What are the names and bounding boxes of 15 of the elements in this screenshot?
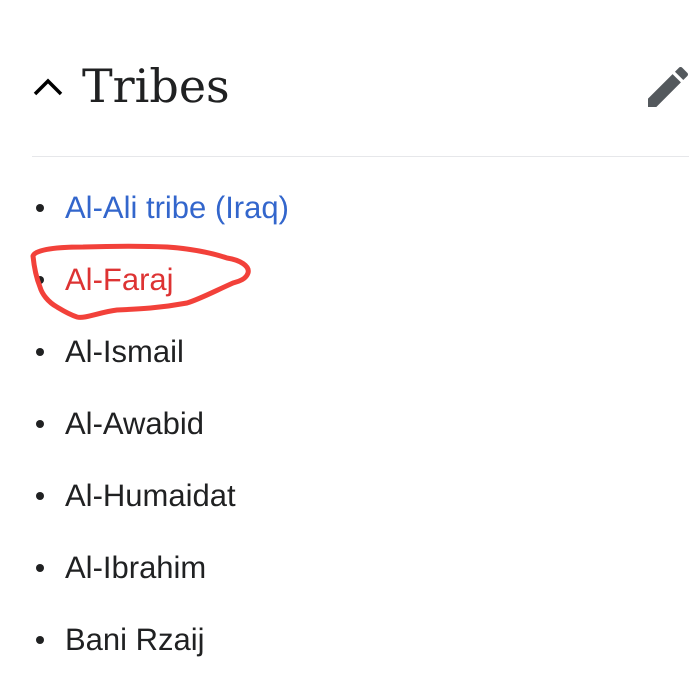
tribe-name: Al-Ibrahim — [65, 549, 206, 587]
section-title: Tribes — [82, 59, 231, 115]
chevron-icon[interactable] — [33, 78, 63, 96]
bullet-icon — [36, 420, 44, 428]
pencil-icon[interactable] — [648, 67, 688, 107]
tribe-link[interactable]: Al-Ali tribe (Iraq) — [65, 189, 289, 227]
bullet-icon — [36, 348, 44, 356]
tribe-name: Bani Rzaij — [65, 621, 205, 659]
bullet-icon — [36, 636, 44, 644]
bullet-icon — [36, 492, 44, 500]
bullet-icon — [36, 564, 44, 572]
tribe-name: Al-Awabid — [65, 405, 204, 443]
tribe-name: Al-Ismail — [65, 333, 184, 371]
bullet-icon — [36, 204, 44, 212]
tribe-name: Al-Humaidat — [65, 477, 236, 515]
